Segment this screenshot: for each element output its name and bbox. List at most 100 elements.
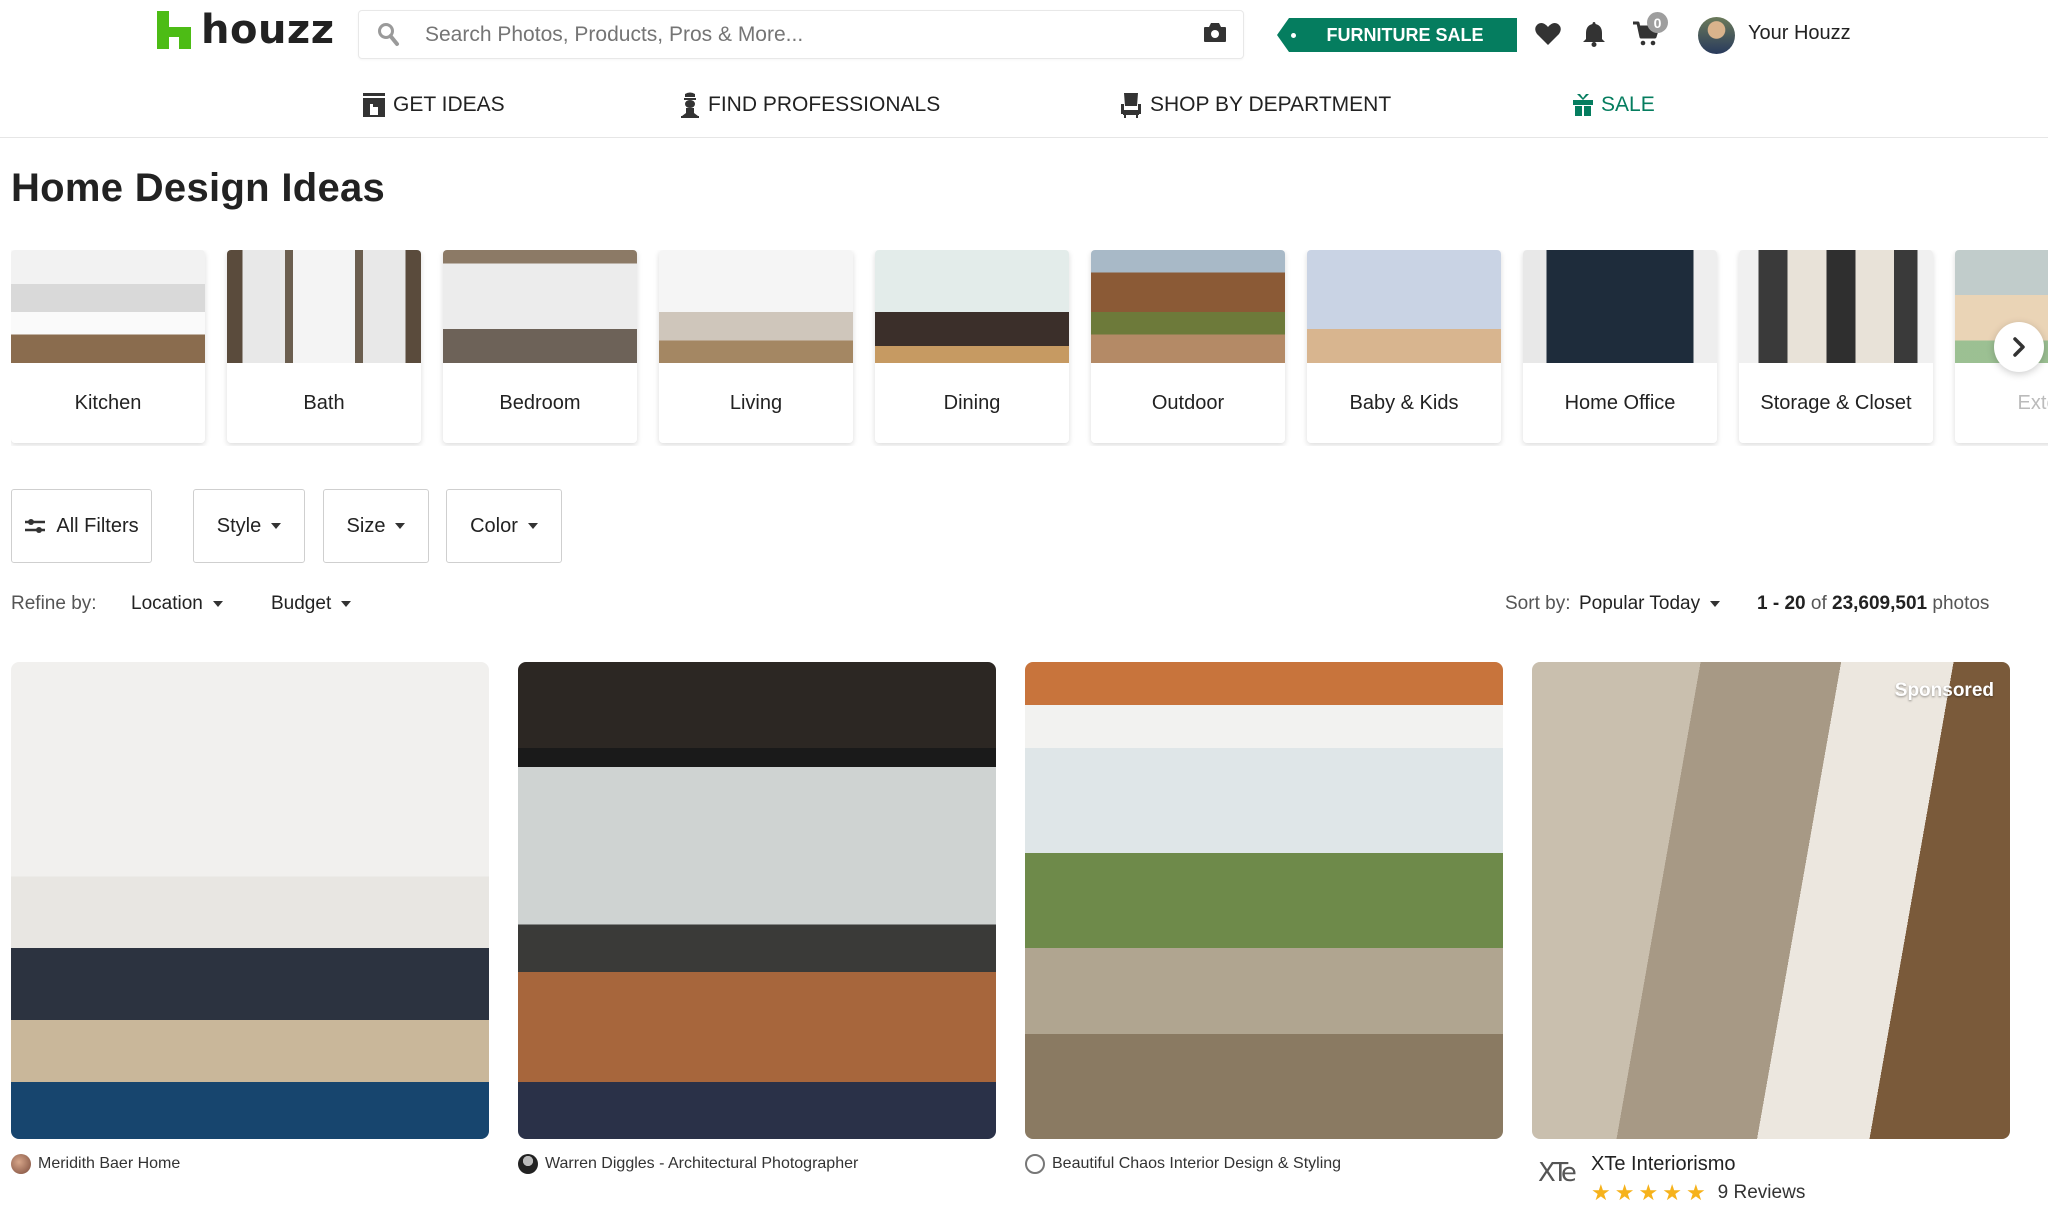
search-icon [377, 22, 417, 48]
author-name: Beautiful Chaos Interior Design & Stylin… [1052, 1155, 1342, 1172]
professional-icon [681, 92, 699, 118]
nav-sale-label: SALE [1601, 93, 1655, 116]
results-unit: photos [1932, 593, 1990, 614]
author-name: Warren Diggles - Architectural Photograp… [545, 1155, 859, 1172]
category-card-bedroom[interactable]: Bedroom [443, 250, 637, 443]
category-image [11, 250, 205, 363]
style-filter-dropdown[interactable]: Style [193, 489, 305, 563]
caret-down-icon [527, 523, 538, 529]
photo-card[interactable] [11, 662, 489, 1139]
category-image [1739, 250, 1933, 363]
photo-card-sponsored[interactable]: Sponsored [1532, 662, 2010, 1139]
results-range: 1 - 20 [1757, 593, 1806, 614]
camera-icon[interactable] [1203, 21, 1229, 48]
star-icon: ★ [1638, 1180, 1659, 1205]
budget-dropdown[interactable]: Budget [271, 593, 352, 615]
category-card-outdoor[interactable]: Outdoor [1091, 250, 1285, 443]
category-card-kitchen[interactable]: Kitchen [11, 250, 205, 443]
category-image [443, 250, 637, 363]
your-houzz-link[interactable]: Your Houzz [1748, 22, 1851, 45]
star-icon: ★ [1662, 1180, 1682, 1205]
gift-icon [1573, 94, 1593, 116]
photo-card[interactable] [518, 662, 996, 1139]
furniture-sale-label: FURNITURE SALE [1326, 24, 1484, 45]
category-card-bath[interactable]: Bath [227, 250, 421, 443]
color-filter-label: Color [470, 514, 518, 537]
carousel-next-button[interactable] [1994, 322, 2044, 372]
category-image [227, 250, 421, 363]
bell-icon[interactable] [1578, 18, 1610, 50]
houzz-logo[interactable]: houzz [157, 7, 335, 53]
budget-label: Budget [271, 593, 332, 614]
nav-sale[interactable]: SALE [1573, 92, 1655, 118]
rating: ★ ★ ★ ★ ★ 9 Reviews [1591, 1182, 1805, 1204]
author-name: Meridith Baer Home [38, 1155, 181, 1172]
photo-author-link[interactable]: Beautiful Chaos Interior Design & Stylin… [1025, 1154, 1341, 1174]
all-filters-button[interactable]: All Filters [11, 489, 152, 563]
sort-dropdown[interactable]: Popular Today [1579, 593, 1721, 615]
author-avatar [518, 1154, 538, 1174]
user-avatar[interactable] [1698, 17, 1735, 54]
sliders-icon [25, 519, 46, 533]
nav-shop-by-department[interactable]: SHOP BY DEPARTMENT [1120, 92, 1391, 118]
category-label: Home Office [1564, 391, 1676, 414]
category-card-storage-closet[interactable]: Storage & Closet [1739, 250, 1933, 443]
header-divider [0, 137, 2048, 138]
results-of: of [1810, 593, 1827, 614]
caret-down-icon [212, 601, 223, 607]
sponsor-name-link[interactable]: XTe Interiorismo [1591, 1153, 1736, 1176]
category-card-dining[interactable]: Dining [875, 250, 1069, 443]
category-carousel: Kitchen Bath Bedroom Living Dining Outdo… [11, 250, 2048, 446]
author-avatar [11, 1154, 31, 1174]
category-card-baby-kids[interactable]: Baby & Kids [1307, 250, 1501, 443]
nav-shop-by-department-label: SHOP BY DEPARTMENT [1150, 93, 1392, 116]
category-label: Baby & Kids [1349, 391, 1459, 414]
search-input[interactable] [425, 22, 1203, 47]
category-label: Living [729, 391, 783, 414]
heart-icon[interactable] [1532, 18, 1564, 50]
page-title: Home Design Ideas [11, 166, 386, 210]
size-filter-dropdown[interactable]: Size [323, 489, 429, 563]
nav-find-professionals[interactable]: FIND PROFESSIONALS [680, 92, 940, 118]
cart-button[interactable]: 0 [1630, 12, 1668, 50]
furniture-sale-button[interactable]: FURNITURE SALE [1277, 18, 1517, 52]
location-dropdown[interactable]: Location [131, 593, 223, 615]
reviews-count-link[interactable]: 9 Reviews [1718, 1182, 1806, 1204]
chair-icon [1121, 93, 1141, 118]
category-label: Exterior [2017, 391, 2048, 414]
category-card-home-office[interactable]: Home Office [1523, 250, 1717, 443]
category-card-living[interactable]: Living [659, 250, 853, 443]
category-label: Storage & Closet [1760, 391, 1912, 414]
sponsored-badge: Sponsored [1894, 680, 1994, 701]
photo-author-link[interactable]: Meridith Baer Home [11, 1154, 180, 1174]
category-image [1523, 250, 1717, 363]
nav-find-professionals-label: FIND PROFESSIONALS [708, 93, 941, 116]
sort-value: Popular Today [1579, 593, 1701, 614]
results-count: 1 - 20 of 23,609,501 photos [1757, 593, 1989, 615]
color-filter-dropdown[interactable]: Color [446, 489, 562, 563]
results-total: 23,609,501 [1832, 593, 1928, 614]
location-label: Location [131, 593, 203, 614]
nav-get-ideas[interactable]: GET IDEAS [363, 92, 505, 118]
category-label: Bath [303, 391, 345, 414]
photo-author-link[interactable]: Warren Diggles - Architectural Photograp… [518, 1154, 858, 1174]
star-icon: ★ [1591, 1180, 1611, 1205]
category-image [875, 250, 1069, 363]
category-label: Bedroom [499, 391, 581, 414]
all-filters-label: All Filters [56, 514, 139, 537]
sort-by-label: Sort by: [1505, 593, 1571, 614]
logo-text: houzz [201, 7, 335, 53]
style-filter-label: Style [216, 514, 262, 537]
caret-down-icon [341, 601, 352, 607]
cart-count-badge: 0 [1647, 12, 1668, 33]
photo-card[interactable] [1025, 662, 1503, 1139]
tag-hole-icon [1291, 33, 1296, 38]
caret-down-icon [395, 523, 406, 529]
category-label: Kitchen [74, 391, 142, 414]
chevron-right-icon [2013, 337, 2025, 357]
star-icon: ★ [1685, 1180, 1706, 1205]
category-label: Dining [943, 391, 1001, 414]
search-bar[interactable] [358, 10, 1244, 59]
star-icon: ★ [1614, 1180, 1635, 1205]
category-image [1091, 250, 1285, 363]
